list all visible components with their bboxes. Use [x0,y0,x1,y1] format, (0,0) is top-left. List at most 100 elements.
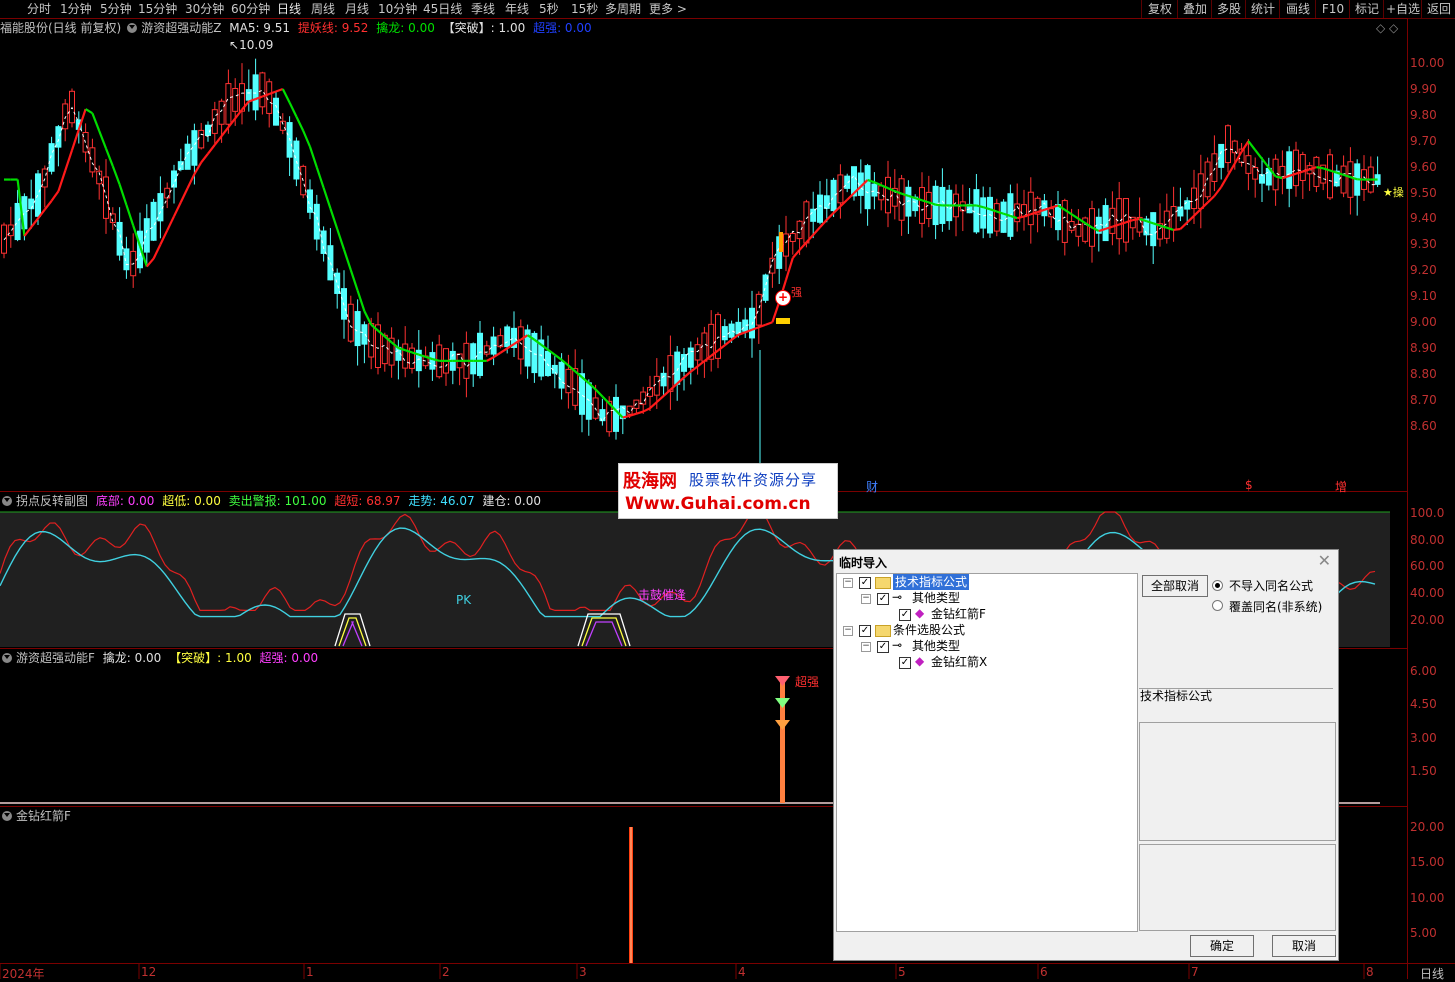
y-tick-label: 9.90 [1410,82,1454,96]
checkbox-checked-icon[interactable]: ✓ [899,609,911,621]
tiyao-segment [188,174,195,188]
tiyao-segment [92,113,99,131]
tiyao-segment [1072,214,1079,218]
formula-tree[interactable]: − ✓ 技术指标公式 − ✓ ⊸ 其他类型 ✓ ◆ 金钻红箭F − ✓ 条件选股… [836,573,1138,932]
ok-button[interactable]: 确定 [1190,935,1254,957]
tiyao-segment [555,355,562,360]
candle-body [1300,155,1305,181]
y-tick-label: 8.90 [1410,341,1454,355]
section-label: 技术指标公式 [1140,687,1212,704]
x-label-jul: 7 [1191,965,1199,979]
candle-body [1348,162,1353,198]
candle-body [1226,126,1231,163]
candle-body [668,356,673,392]
tiyao-segment [643,408,650,411]
candle-body [811,209,816,221]
tiyao-segment [358,291,365,312]
candle-body [886,177,891,212]
candle-body [872,184,877,196]
candle-body [1232,141,1237,153]
candle-body [56,127,61,147]
operate-tag: ★操 [1383,184,1404,200]
y-tick-label: 9.60 [1410,160,1454,174]
tiyao-segment [1316,167,1323,168]
checkbox-checked-icon[interactable]: ✓ [877,593,889,605]
deselect-all-button[interactable]: 全部取消 [1142,575,1208,597]
x-axis-ticks [0,964,1364,979]
y-tick-label: 9.40 [1410,211,1454,225]
x-label-mar: 3 [579,965,587,979]
tiyao-segment [800,242,807,250]
tiyao-segment [222,127,229,136]
drum-annotation: 击鼓催逢 [638,586,686,603]
collapse-icon[interactable]: − [861,594,871,604]
strong-marker: 强 [791,284,802,300]
candle-body [981,198,986,228]
tiyao-segment [1221,175,1228,187]
collapse-icon[interactable]: − [843,626,853,636]
checkbox-checked-icon[interactable]: ✓ [859,577,871,589]
candle-body [42,169,47,187]
option-skip-same-label[interactable]: 不导入同名公式 [1229,577,1313,594]
collapse-icon[interactable]: − [861,642,871,652]
tiyao-segment [160,230,167,244]
x-label-dec: 12 [141,965,156,979]
candle-body [920,188,925,224]
tiyao-segment [664,390,671,396]
tiyao-segment [1133,219,1140,220]
tiyao-segment [596,389,603,396]
candle-body [484,346,489,354]
dialog-titlebar[interactable]: 临时导入 ✕ [834,550,1338,572]
period-indicator[interactable]: 日线 [1420,965,1444,982]
candle-body [362,325,367,344]
tiyao-segment [364,311,371,325]
checkbox-checked-icon[interactable]: ✓ [899,657,911,669]
tree-node-tech-formula[interactable]: 技术指标公式 [893,574,969,590]
tiyao-segment [725,340,732,345]
tiyao-segment [1255,150,1262,159]
pk-label: PK [456,593,471,607]
candle-body [212,110,217,134]
close-icon[interactable]: ✕ [1318,551,1331,570]
back-button[interactable]: 返回 [1421,0,1455,18]
yellow-flag [776,318,790,324]
candle-body [471,344,476,374]
tiyao-segment [1180,222,1187,229]
plus-signal-icon: + [775,290,791,306]
radio-skip-same[interactable] [1212,580,1223,591]
tree-node-other-type[interactable]: 其他类型 [912,590,960,606]
x-label-year: 2024年 [2,965,45,982]
candle-body [899,179,904,220]
radio-overwrite[interactable] [1212,600,1223,611]
tree-node-condition-formula[interactable]: 条件选股公式 [893,622,965,638]
tiyao-segment [330,208,337,229]
tiyao-segment [120,184,127,205]
checkbox-checked-icon[interactable]: ✓ [877,641,889,653]
tree-node-other-type-2[interactable]: 其他类型 [912,638,960,654]
x-label-apr: 4 [738,965,746,979]
candle-body [15,203,20,239]
candle-body [1151,213,1156,246]
y-tick-label: 8.70 [1410,393,1454,407]
chaoqiang-signal-label: 超强 [795,673,819,690]
y-tick-label: 9.10 [1410,289,1454,303]
y-tick-label: 9.20 [1410,263,1454,277]
collapse-icon[interactable]: − [843,578,853,588]
candle-body [478,333,483,375]
candle-body [559,362,564,388]
candle-body [253,75,258,110]
tree-leaf-jinzuan-f[interactable]: 金钻红箭F [931,606,986,622]
candle-body [824,196,829,209]
formula-description-box [1139,844,1336,931]
tiyao-segment [167,216,174,230]
increase-marker: 增 [1335,478,1347,495]
candle-body [1253,168,1258,180]
candle-body [1117,199,1122,239]
cancel-button[interactable]: 取消 [1272,935,1336,957]
formula-gem-icon: ◆ [915,606,924,620]
option-overwrite-label[interactable]: 覆盖同名(非系统) [1229,598,1322,615]
checkbox-checked-icon[interactable]: ✓ [859,625,871,637]
tree-leaf-jinzuan-x[interactable]: 金钻红箭X [931,654,987,670]
tiyao-segment [324,188,331,209]
candle-body [151,202,156,240]
